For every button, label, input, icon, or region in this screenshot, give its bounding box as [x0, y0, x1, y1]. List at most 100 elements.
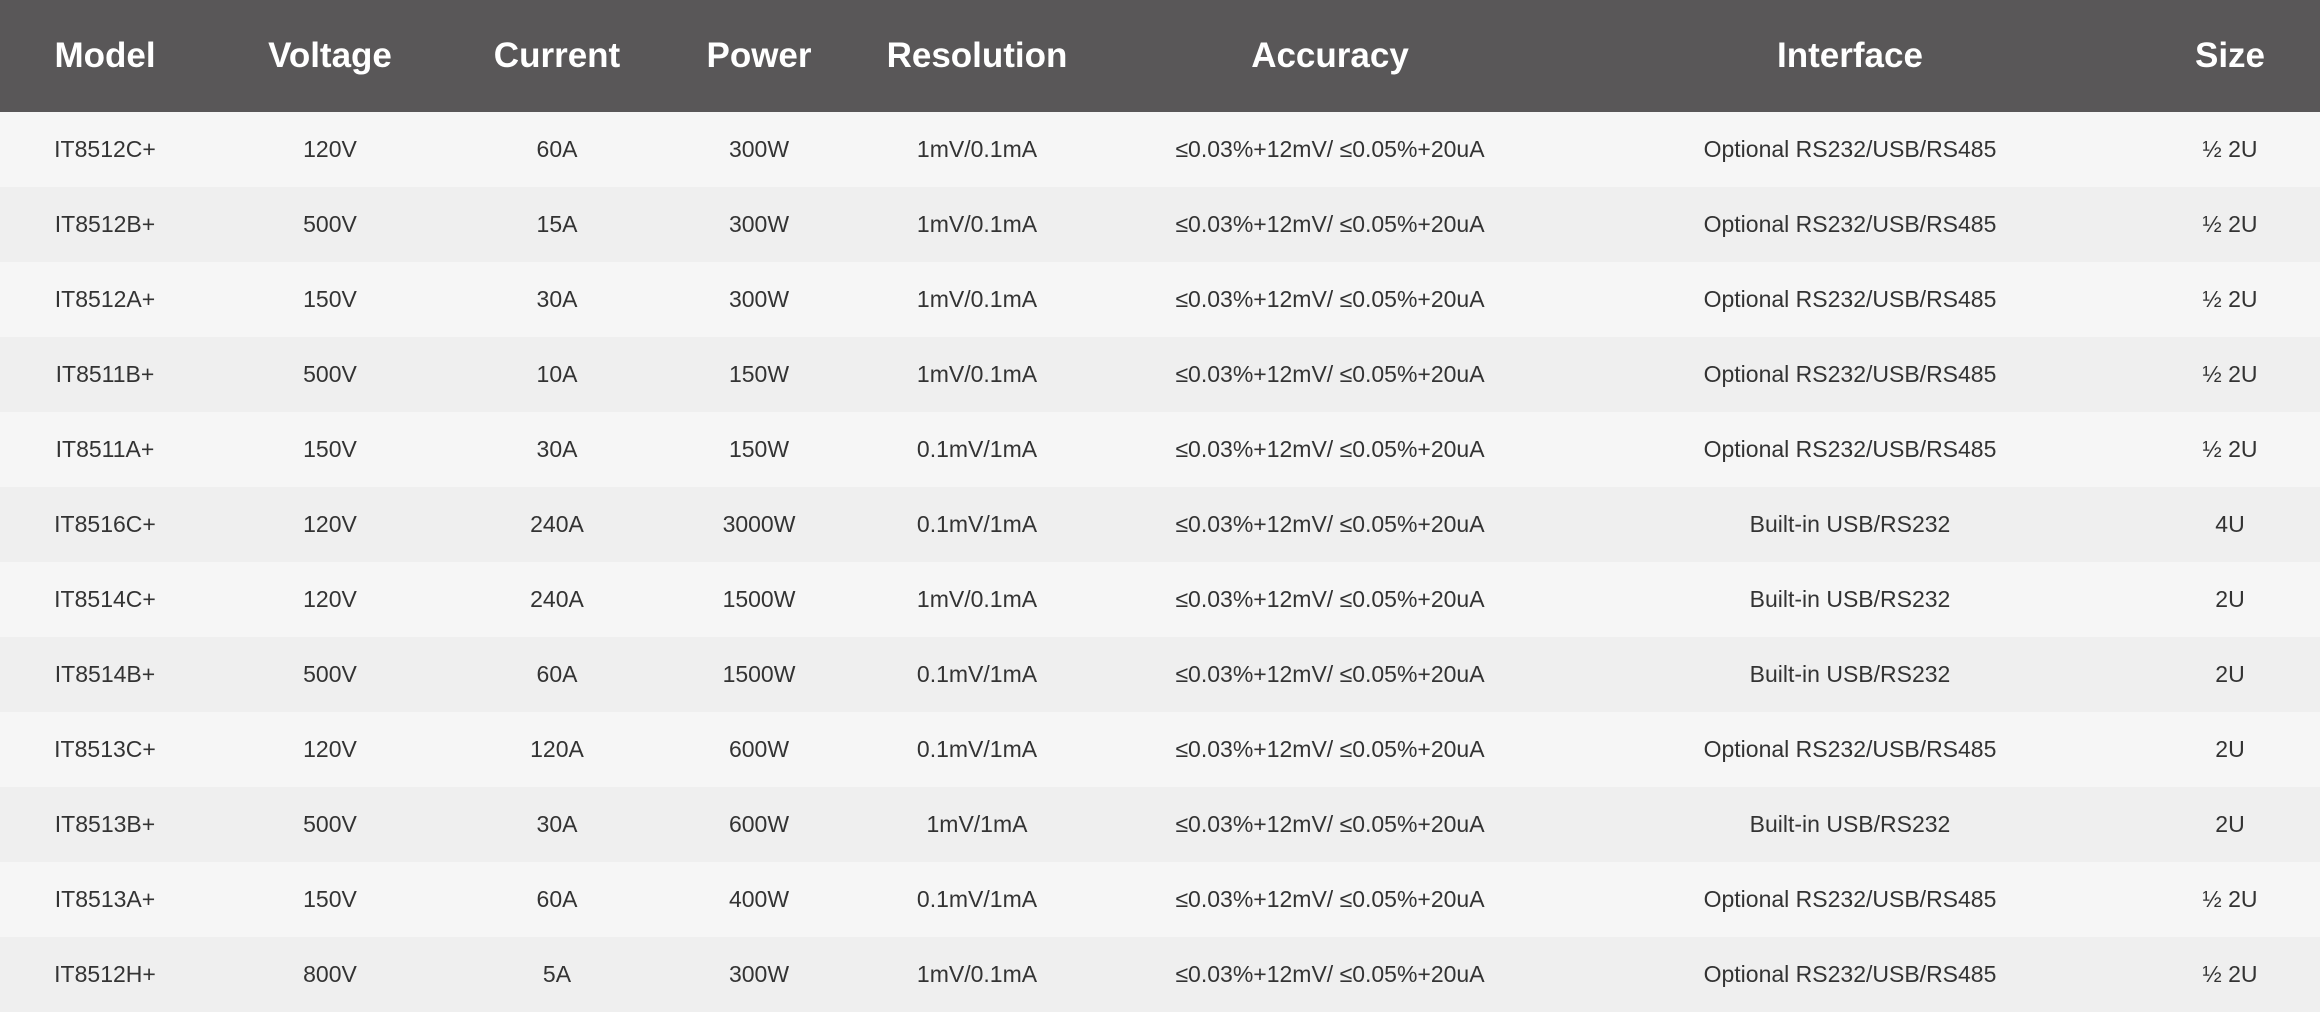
header-interface: Interface [1777, 36, 1923, 75]
size-cell: ½ 2U [2202, 286, 2258, 312]
power-cell: 150W [728, 361, 790, 387]
power-cell: 1500W [722, 586, 796, 612]
voltage-cell: 120V [303, 511, 357, 537]
spec-table: Model Voltage Current Power Resolution A… [0, 0, 2320, 1012]
power-cell: 300W [728, 961, 790, 987]
header-voltage: Voltage [268, 36, 392, 75]
size-cell: ½ 2U [2202, 886, 2258, 912]
header-row: Model Voltage Current Power Resolution A… [0, 0, 2320, 112]
voltage-cell: 500V [303, 811, 357, 837]
table-row: IT8512B+ 500V 15A 300W 1mV/0.1mA ≤0.03%+12mV/… [0, 187, 2320, 262]
table-row: IT8514C+ 120V 240A 1500W 1mV/0.1mA ≤0.03%+12m… [0, 562, 2320, 637]
resolution-cell: 0.1mV/1mA [916, 436, 1038, 462]
current-cell: 240A [530, 586, 584, 612]
size-cell: ½ 2U [2202, 961, 2258, 987]
power-cell: 400W [728, 886, 790, 912]
model-cell: IT8516C+ [54, 511, 156, 537]
voltage-cell: 120V [303, 136, 357, 162]
resolution-cell: 0.1mV/1mA [916, 511, 1038, 537]
interface-cell: Optional RS232/USB/RS485 [1703, 286, 1997, 312]
size-cell: 2U [2215, 661, 2245, 687]
header-accuracy: Accuracy [1251, 36, 1409, 75]
voltage-cell: 500V [303, 661, 357, 687]
accuracy-cell: ≤0.03%+12mV/ ≤0.05%+20uA [1175, 211, 1485, 237]
current-cell: 120A [530, 736, 584, 762]
size-cell: ½ 2U [2202, 361, 2258, 387]
resolution-cell: 0.1mV/1mA [916, 886, 1038, 912]
accuracy-cell: ≤0.03%+12mV/ ≤0.05%+20uA [1175, 361, 1485, 387]
power-cell: 600W [728, 736, 790, 762]
table-row: IT8511B+ 500V 10A 150W 1mV/0.1mA ≤0.03%+12mV/… [0, 337, 2320, 412]
interface-cell: Optional RS232/USB/RS485 [1703, 886, 1997, 912]
model-cell: IT8512C+ [54, 136, 156, 162]
current-cell: 60A [536, 661, 578, 687]
table-row: IT8512C+ 120V 60A 300W 1mV/0.1mA ≤0.03%+12mV/… [0, 112, 2320, 187]
current-cell: 30A [536, 286, 578, 312]
interface-cell: Optional RS232/USB/RS485 [1703, 361, 1997, 387]
power-cell: 3000W [722, 511, 796, 537]
interface-cell: Optional RS232/USB/RS485 [1703, 961, 1997, 987]
size-cell: ½ 2U [2202, 211, 2258, 237]
current-cell: 60A [536, 886, 578, 912]
size-cell: 2U [2215, 586, 2245, 612]
interface-cell: Built-in USB/RS232 [1749, 511, 1951, 537]
resolution-cell: 1mV/0.1mA [916, 136, 1038, 162]
current-cell: 30A [536, 436, 578, 462]
voltage-cell: 150V [303, 436, 357, 462]
table-body: IT8512C+ 120V 60A 300W 1mV/0.1mA ≤0.03%+12mV/… [0, 112, 2320, 1012]
table-row: IT8512H+ 800V 5A 300W 1mV/0.1mA ≤0.03%+12mV/ … [0, 937, 2320, 1012]
voltage-cell: 150V [303, 886, 357, 912]
resolution-cell: 1mV/0.1mA [916, 286, 1038, 312]
table-header: Model Voltage Current Power Resolution A… [0, 0, 2320, 112]
voltage-cell: 800V [303, 961, 357, 987]
spec-table-container: Model Voltage Current Power Resolution A… [0, 0, 2320, 1012]
model-cell: IT8512B+ [54, 211, 156, 237]
model-cell: IT8513C+ [54, 736, 156, 762]
accuracy-cell: ≤0.03%+12mV/ ≤0.05%+20uA [1175, 286, 1485, 312]
accuracy-cell: ≤0.03%+12mV/ ≤0.05%+20uA [1175, 586, 1485, 612]
resolution-cell: 1mV/0.1mA [916, 211, 1038, 237]
current-cell: 240A [530, 511, 584, 537]
table-row: IT8511A+ 150V 30A 150W 0.1mV/1mA ≤0.03%+12mV/… [0, 412, 2320, 487]
table-row: IT8513C+ 120V 120A 600W 0.1mV/1mA ≤0.03%+12mV… [0, 712, 2320, 787]
header-model: Model [54, 36, 156, 75]
table-row: IT8516C+ 120V 240A 3000W 0.1mV/1mA ≤0.03%+12m… [0, 487, 2320, 562]
model-cell: IT8513A+ [54, 886, 156, 912]
power-cell: 300W [728, 211, 790, 237]
resolution-cell: 1mV/0.1mA [916, 586, 1038, 612]
accuracy-cell: ≤0.03%+12mV/ ≤0.05%+20uA [1175, 736, 1485, 762]
model-cell: IT8512H+ [54, 961, 156, 987]
interface-cell: Optional RS232/USB/RS485 [1703, 436, 1997, 462]
size-cell: 2U [2215, 736, 2245, 762]
power-cell: 300W [728, 286, 790, 312]
size-cell: ½ 2U [2202, 436, 2258, 462]
accuracy-cell: ≤0.03%+12mV/ ≤0.05%+20uA [1175, 811, 1485, 837]
model-cell: IT8513B+ [54, 811, 156, 837]
current-cell: 5A [542, 961, 572, 987]
interface-cell: Optional RS232/USB/RS485 [1703, 736, 1997, 762]
header-resolution: Resolution [886, 36, 1068, 75]
interface-cell: Built-in USB/RS232 [1749, 811, 1951, 837]
voltage-cell: 500V [303, 361, 357, 387]
table-row: IT8512A+ 150V 30A 300W 1mV/0.1mA ≤0.03%+12mV/… [0, 262, 2320, 337]
interface-cell: Built-in USB/RS232 [1749, 661, 1951, 687]
voltage-cell: 120V [303, 586, 357, 612]
current-cell: 60A [536, 136, 578, 162]
power-cell: 1500W [722, 661, 796, 687]
table-row: IT8513B+ 500V 30A 600W 1mV/1mA ≤0.03%+12mV/ ≤… [0, 787, 2320, 862]
power-cell: 300W [728, 136, 790, 162]
header-size: Size [2194, 36, 2266, 75]
size-cell: ½ 2U [2202, 136, 2258, 162]
accuracy-cell: ≤0.03%+12mV/ ≤0.05%+20uA [1175, 436, 1485, 462]
accuracy-cell: ≤0.03%+12mV/ ≤0.05%+20uA [1175, 511, 1485, 537]
size-cell: 2U [2215, 811, 2245, 837]
power-cell: 150W [728, 436, 790, 462]
header-power: Power [706, 36, 812, 75]
model-cell: IT8511B+ [55, 361, 155, 387]
model-cell: IT8511A+ [55, 436, 155, 462]
model-cell: IT8514C+ [54, 586, 156, 612]
size-cell: 4U [2215, 511, 2245, 537]
current-cell: 10A [536, 361, 578, 387]
interface-cell: Built-in USB/RS232 [1749, 586, 1951, 612]
header-current: Current [493, 36, 621, 75]
